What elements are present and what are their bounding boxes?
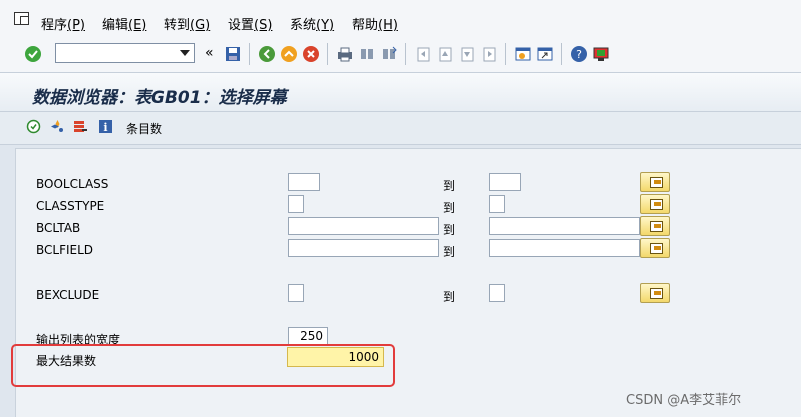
toolbar-separator — [405, 43, 406, 65]
classtype-to-input[interactable] — [489, 195, 505, 213]
help-icon[interactable]: ? — [570, 45, 588, 63]
multiple-selection-icon — [650, 288, 663, 299]
bclfield-multiple-selection-button[interactable] — [640, 238, 670, 258]
save-icon[interactable] — [224, 45, 242, 63]
field-label-classtype: CLASSTYPE — [36, 199, 105, 213]
multiple-selection-icon — [650, 243, 663, 254]
title-bar: 数据浏览器：表GB01：选择屏幕 — [0, 73, 801, 112]
number-of-entries-button[interactable]: 条目数 — [126, 120, 162, 137]
toolbar-separator — [249, 43, 250, 65]
standard-toolbar: « ? — [0, 36, 801, 73]
command-field[interactable] — [55, 43, 195, 63]
menu-goto[interactable]: 转到(G) — [164, 14, 210, 33]
application-toolbar: i 条目数 — [0, 112, 801, 145]
to-label: 到 — [443, 290, 456, 304]
delete-row-icon[interactable] — [73, 119, 88, 134]
execute-icon[interactable] — [26, 119, 41, 134]
first-page-icon[interactable] — [414, 45, 432, 63]
bexclude-to-input[interactable] — [489, 284, 505, 302]
watermark: CSDN @A李艾菲尔 — [626, 393, 742, 408]
chevron-down-icon[interactable] — [180, 50, 190, 56]
to-label: 到 — [443, 223, 456, 237]
multiple-selection-icon — [650, 221, 663, 232]
page-title: 数据浏览器：表GB01：选择屏幕 — [32, 88, 287, 108]
field-label-bexclude: BEXCLUDE — [36, 288, 100, 302]
exit-icon[interactable] — [280, 45, 298, 63]
boolclass-to-input[interactable] — [489, 173, 521, 191]
enter-icon[interactable] — [24, 45, 42, 63]
boolclass-multiple-selection-button[interactable] — [640, 172, 670, 192]
menu-system[interactable]: 系统(Y) — [290, 14, 334, 33]
multiple-selection-icon — [650, 199, 663, 210]
print-icon[interactable] — [336, 45, 354, 63]
classtype-multiple-selection-button[interactable] — [640, 194, 670, 214]
field-label-boolclass: BOOLCLASS — [36, 177, 109, 191]
classtype-from-input[interactable] — [288, 195, 304, 213]
highlight-annotation — [11, 344, 395, 387]
menu-program[interactable]: 程序(P) — [41, 14, 85, 33]
toolbar-separator — [561, 43, 562, 65]
cancel-icon[interactable] — [302, 45, 320, 63]
bcltab-multiple-selection-button[interactable] — [640, 216, 670, 236]
toolbar-separator — [505, 43, 506, 65]
prev-page-icon[interactable] — [436, 45, 454, 63]
info-icon[interactable]: i — [98, 119, 113, 134]
find-icon[interactable] — [358, 45, 376, 63]
bexclude-from-input[interactable] — [288, 284, 304, 302]
menu-bar: 程序(P) 编辑(E) 转到(G) 设置(S) 系统(Y) 帮助(H) — [0, 0, 801, 36]
to-label: 到 — [443, 179, 456, 193]
back-icon[interactable] — [258, 45, 276, 63]
next-page-icon[interactable] — [458, 45, 476, 63]
menu-settings[interactable]: 设置(S) — [228, 14, 272, 33]
bexclude-multiple-selection-button[interactable] — [640, 283, 670, 303]
bcltab-from-input[interactable] — [288, 217, 439, 235]
bcltab-to-input[interactable] — [489, 217, 640, 235]
collapse-arrows-icon[interactable]: « — [205, 45, 214, 61]
system-menu-icon[interactable] — [14, 12, 29, 25]
bclfield-to-input[interactable] — [489, 239, 640, 257]
new-session-icon[interactable] — [514, 45, 532, 63]
menu-help[interactable]: 帮助(H) — [352, 14, 398, 33]
svg-text:i: i — [103, 121, 107, 134]
find-next-icon[interactable] — [380, 45, 398, 63]
multiple-selection-icon — [650, 177, 663, 188]
field-label-bcltab: BCLTAB — [36, 221, 81, 235]
customize-layout-icon[interactable] — [592, 45, 610, 63]
svg-text:?: ? — [576, 48, 582, 61]
shortcut-icon[interactable] — [536, 45, 554, 63]
field-label-bclfield: BCLFIELD — [36, 243, 94, 257]
output-width-input[interactable]: 250 — [288, 327, 328, 345]
bclfield-from-input[interactable] — [288, 239, 439, 257]
to-label: 到 — [443, 245, 456, 259]
to-label: 到 — [443, 201, 456, 215]
toolbar-separator — [327, 43, 328, 65]
last-page-icon[interactable] — [480, 45, 498, 63]
boolclass-from-input[interactable] — [288, 173, 320, 191]
menu-edit[interactable]: 编辑(E) — [102, 14, 146, 33]
selection-options-icon[interactable] — [50, 119, 65, 134]
